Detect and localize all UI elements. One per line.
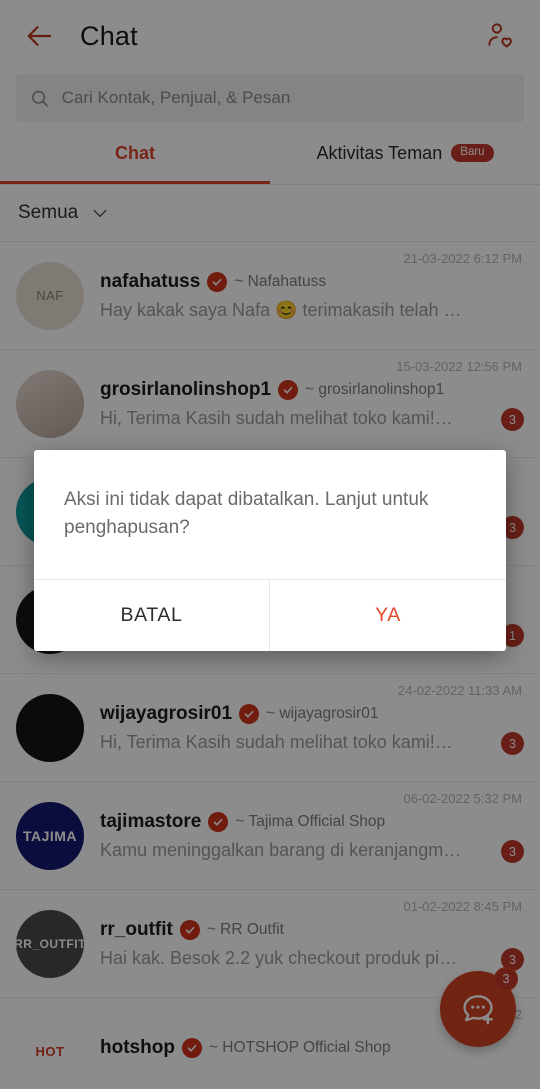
confirm-button[interactable]: YA <box>270 580 506 652</box>
confirm-delete-dialog: Aksi ini tidak dapat dibatalkan. Lanjut … <box>34 450 506 652</box>
dialog-actions: BATAL YA <box>34 579 506 652</box>
dialog-body: Aksi ini tidak dapat dibatalkan. Lanjut … <box>34 450 506 579</box>
dialog-message: Aksi ini tidak dapat dibatalkan. Lanjut … <box>64 489 429 538</box>
cancel-button[interactable]: BATAL <box>34 580 270 652</box>
chat-screen: Chat Chat Aktivitas Teman Baru <box>0 0 540 1089</box>
